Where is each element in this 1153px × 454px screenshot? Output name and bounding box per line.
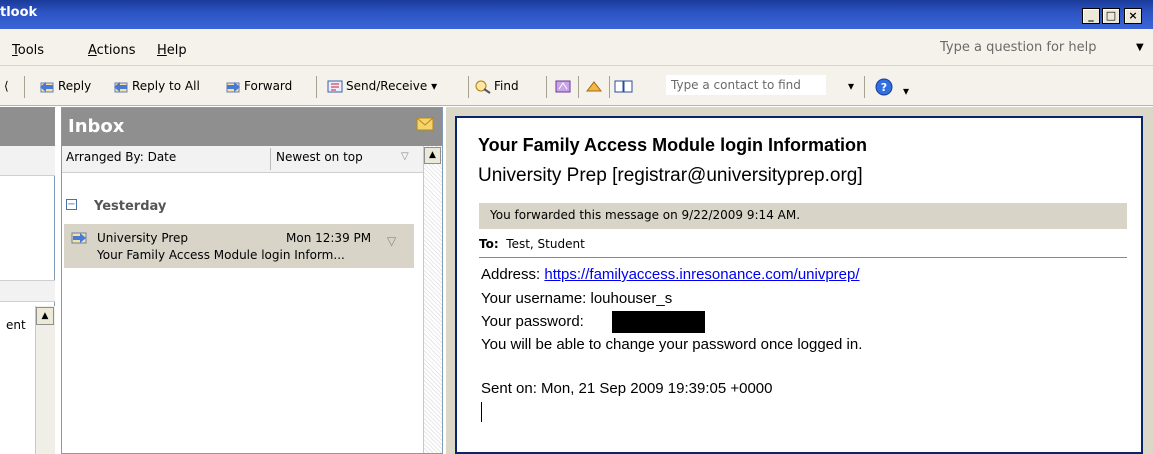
title-bar xyxy=(0,0,1153,29)
change-note: You will be able to change your password… xyxy=(481,336,863,353)
close-button[interactable]: × xyxy=(1124,8,1142,24)
folder-scrollbar[interactable] xyxy=(35,306,55,454)
forward-icon xyxy=(224,79,242,94)
password-label: Your password: xyxy=(481,313,584,330)
collapse-group-icon[interactable]: − xyxy=(66,199,77,210)
find-icon xyxy=(474,79,492,94)
menu-actions[interactable]: Actions xyxy=(88,43,136,58)
send-receive-button[interactable]: Send/Receive ▾ xyxy=(326,79,437,94)
menu-tools[interactable]: Tools xyxy=(12,43,44,58)
folder-item[interactable]: ent xyxy=(6,318,26,332)
toolbar-separator xyxy=(864,76,865,98)
address-book-icon[interactable] xyxy=(614,79,634,97)
redaction-box xyxy=(612,311,705,333)
flag-icon[interactable]: ▽ xyxy=(387,234,396,248)
header-divider xyxy=(479,257,1127,258)
toolbar-separator xyxy=(609,76,610,98)
toolbar-separator xyxy=(24,76,25,98)
text-caret xyxy=(481,402,482,422)
contact-dropdown-icon[interactable]: ▾ xyxy=(848,79,854,93)
inbox-scrollbar[interactable] xyxy=(423,146,442,453)
window-title: tlook xyxy=(0,5,38,20)
reply-all-icon xyxy=(112,79,130,94)
toolbar-separator xyxy=(546,76,547,98)
message-date: Mon 12:39 PM xyxy=(286,231,372,245)
help-dropdown-icon[interactable]: ▼ xyxy=(1136,42,1144,53)
folder-pane-row xyxy=(0,146,55,176)
message-from: University Prep xyxy=(97,231,189,245)
toolbar-separator xyxy=(578,76,579,98)
folder-pane-header xyxy=(0,107,55,146)
to-label: To: xyxy=(479,237,499,251)
arrange-divider xyxy=(270,148,271,170)
new-mail-icon xyxy=(416,116,434,135)
help-icon[interactable]: ? xyxy=(874,77,894,100)
back-icon[interactable]: ⟨ xyxy=(4,79,9,93)
sort-order[interactable]: Newest on top xyxy=(276,150,363,164)
inbox-title: Inbox xyxy=(68,116,125,137)
toolbar-separator xyxy=(468,76,469,98)
toolbar-options-icon[interactable]: ▾ xyxy=(903,84,909,98)
forward-button[interactable]: Forward xyxy=(224,79,292,94)
message-subject: Your Family Access Module login Inform..… xyxy=(97,248,345,262)
reply-button[interactable]: Reply xyxy=(38,79,91,94)
scroll-up-icon[interactable]: ▲ xyxy=(36,307,54,325)
to-field: To: Test, Student xyxy=(479,237,585,251)
toolbar-separator xyxy=(316,76,317,98)
rules-icon[interactable] xyxy=(585,79,603,97)
scroll-up-icon[interactable]: ▲ xyxy=(424,147,441,164)
sent-on-line: Sent on: Mon, 21 Sep 2009 19:39:05 +0000 xyxy=(481,380,773,397)
reply-icon xyxy=(38,79,56,94)
arranged-by[interactable]: Arranged By: Date xyxy=(66,150,176,164)
folder-pane-row xyxy=(0,280,55,302)
message-sender[interactable]: University Prep [registrar@universitypre… xyxy=(478,165,863,187)
message-subject-heading: Your Family Access Module login Informat… xyxy=(478,135,868,155)
menu-help[interactable]: Help xyxy=(157,43,187,58)
filter-icon[interactable]: ▽ xyxy=(401,151,409,162)
maximize-button[interactable]: □ xyxy=(1102,8,1120,24)
to-value[interactable]: Test, Student xyxy=(506,237,585,251)
username-line: Your username: louhouser_s xyxy=(481,290,673,307)
contact-search-input[interactable]: Type a contact to find xyxy=(666,75,826,95)
find-button[interactable]: Find xyxy=(474,79,519,94)
send-receive-icon xyxy=(326,79,344,94)
help-search-input[interactable]: Type a question for help xyxy=(940,40,1097,55)
reply-all-button[interactable]: Reply to All xyxy=(112,79,200,94)
forwarded-mail-icon xyxy=(70,230,88,248)
minimize-button[interactable]: _ xyxy=(1082,8,1100,24)
address-label: Address: xyxy=(481,266,545,283)
address-link[interactable]: https://familyaccess.inresonance.com/uni… xyxy=(544,266,859,283)
organize-icon[interactable] xyxy=(554,79,572,97)
info-bar-text: You forwarded this message on 9/22/2009 … xyxy=(490,208,801,222)
group-header: Yesterday xyxy=(94,199,167,214)
svg-text:?: ? xyxy=(881,81,887,94)
address-line: Address: https://familyaccess.inresonanc… xyxy=(481,266,860,283)
